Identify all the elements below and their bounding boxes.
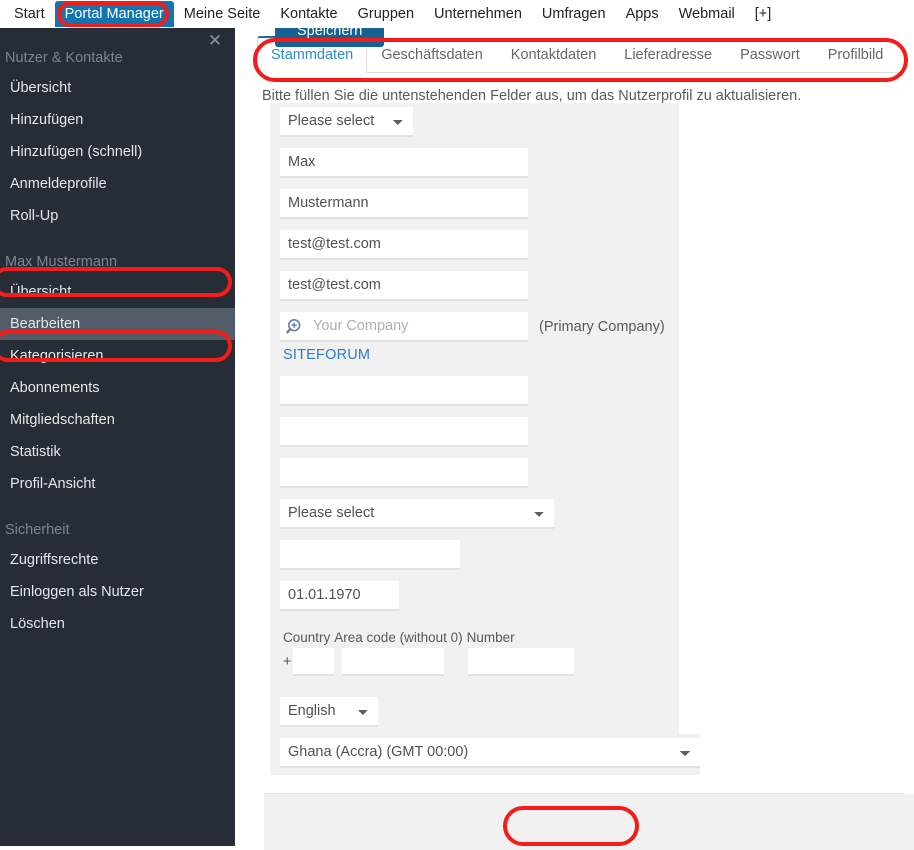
- telefon-head-country: Country: [283, 630, 331, 645]
- sidebar-group-max-mustermann: Max Mustermann: [5, 254, 118, 270]
- field-land: Please select: [270, 495, 679, 536]
- bundesland-input[interactable]: [280, 540, 460, 570]
- nachname-input[interactable]: [280, 189, 528, 219]
- field-vorname: [270, 144, 679, 185]
- firma-row: (Primary Company): [280, 312, 679, 342]
- top-navigation-bar: Start Portal Manager Meine Seite Kontakt…: [0, 0, 914, 28]
- telefon-plus-sign: +: [283, 654, 292, 670]
- sidebar-item-statistik[interactable]: Statistik: [0, 436, 235, 468]
- email-input[interactable]: [280, 230, 528, 260]
- field-nachname: [270, 185, 679, 226]
- geburtstag-input[interactable]: [280, 581, 399, 611]
- plz-input[interactable]: [280, 417, 528, 447]
- current-company-link[interactable]: SITEFORUM: [280, 342, 679, 363]
- sidebar-item-zugriffsrechte[interactable]: Zugriffsrechte: [0, 544, 235, 576]
- telefon-number-input[interactable]: [468, 648, 575, 676]
- vorname-input[interactable]: [280, 148, 528, 178]
- sidebar-item-kategorisieren[interactable]: Kategorisieren: [0, 340, 235, 372]
- field-stadt: [270, 454, 679, 495]
- stadt-input[interactable]: [280, 458, 528, 488]
- sidebar-item-uebersicht[interactable]: Übersicht: [0, 72, 235, 104]
- field-benutzername: [270, 267, 679, 308]
- sidebar-item-einloggen-als-nutzer[interactable]: Einloggen als Nutzer: [0, 576, 235, 608]
- nav-item-kontakte[interactable]: Kontakte: [270, 2, 347, 26]
- sidebar-group-nutzer-kontakte: Nutzer & Kontakte: [5, 50, 123, 66]
- tab-lieferadresse[interactable]: Lieferadresse: [610, 37, 726, 73]
- sidebar-item-user-uebersicht[interactable]: Übersicht: [0, 276, 235, 308]
- telefon-column-headers: Country Area code (without 0) Number: [280, 626, 679, 645]
- field-geburtstag: [270, 577, 679, 618]
- field-email: [270, 226, 679, 267]
- telefon-area-input[interactable]: [342, 648, 445, 676]
- tab-geschaeftsdaten[interactable]: Geschäftsdaten: [367, 37, 497, 73]
- nav-item-more[interactable]: [+]: [745, 2, 782, 26]
- left-sidebar: ✕ Nutzer & Kontakte Übersicht Hinzufügen…: [0, 28, 235, 846]
- field-plz: [270, 413, 679, 454]
- anrede-select[interactable]: Please select: [280, 107, 413, 137]
- sidebar-item-hinzufuegen[interactable]: Hinzufügen: [0, 104, 235, 136]
- save-bar: [235, 794, 914, 850]
- field-bundesland: [270, 536, 679, 577]
- nav-item-meine-seite[interactable]: Meine Seite: [174, 2, 271, 26]
- sidebar-item-roll-up[interactable]: Roll-Up: [0, 200, 235, 232]
- sidebar-item-loeschen[interactable]: Löschen: [0, 608, 235, 640]
- sidebar-item-bearbeiten[interactable]: Bearbeiten: [0, 308, 235, 340]
- telefon-country-input[interactable]: [293, 648, 335, 676]
- sidebar-item-abonnements[interactable]: Abonnements: [0, 372, 235, 404]
- telefon-inputs: +: [280, 648, 679, 676]
- form-intro-text: Bitte füllen Sie die untenstehenden Feld…: [262, 88, 802, 104]
- save-bar-gutter: [235, 794, 264, 850]
- sidebar-item-hinzufuegen-schnell[interactable]: Hinzufügen (schnell): [0, 136, 235, 168]
- nav-item-gruppen[interactable]: Gruppen: [348, 2, 424, 26]
- field-firma: (Primary Company) SITEFORUM: [270, 308, 679, 372]
- firma-input-wrapper: [280, 312, 528, 342]
- zeitzone-select[interactable]: Ghana (Accra) (GMT 00:00): [280, 738, 700, 768]
- firma-input[interactable]: [311, 312, 524, 340]
- application-window: Start Portal Manager Meine Seite Kontakt…: [0, 0, 914, 850]
- sidebar-group-sicherheit: Sicherheit: [5, 522, 70, 538]
- nav-item-webmail[interactable]: Webmail: [669, 2, 745, 26]
- tab-passwort[interactable]: Passwort: [726, 37, 814, 73]
- field-anrede: Please select: [270, 103, 679, 144]
- telefon-head-number: Number: [466, 630, 515, 645]
- telefon-head-area: Area code (without 0): [334, 630, 463, 645]
- nav-item-unternehmen[interactable]: Unternehmen: [424, 2, 532, 26]
- sprache-select[interactable]: English: [280, 697, 378, 727]
- close-icon[interactable]: ✕: [206, 32, 224, 50]
- nav-item-umfragen[interactable]: Umfragen: [532, 2, 616, 26]
- sidebar-item-anmeldeprofile[interactable]: Anmeldeprofile: [0, 168, 235, 200]
- zoom-in-icon[interactable]: [286, 317, 306, 337]
- sidebar-item-mitgliedschaften[interactable]: Mitgliedschaften: [0, 404, 235, 436]
- tab-kontaktdaten[interactable]: Kontaktdaten: [497, 37, 610, 73]
- sidebar-item-profil-ansicht[interactable]: Profil-Ansicht: [0, 468, 235, 500]
- land-select[interactable]: Please select: [280, 499, 554, 529]
- field-zeitzone: Ghana (Accra) (GMT 00:00): [270, 734, 700, 775]
- nav-item-apps[interactable]: Apps: [616, 2, 669, 26]
- tab-profilbild[interactable]: Profilbild: [814, 37, 898, 73]
- nav-item-portal-manager[interactable]: Portal Manager: [54, 1, 174, 27]
- nav-item-start[interactable]: Start: [4, 2, 55, 26]
- adresse-input[interactable]: [280, 376, 528, 406]
- field-sprache: English: [270, 693, 679, 734]
- primary-company-note: (Primary Company): [539, 319, 665, 335]
- field-telefon: Country Area code (without 0) Number +: [270, 618, 679, 693]
- field-adresse: [270, 372, 679, 413]
- benutzername-input[interactable]: [280, 271, 528, 301]
- form-divider: [264, 793, 904, 794]
